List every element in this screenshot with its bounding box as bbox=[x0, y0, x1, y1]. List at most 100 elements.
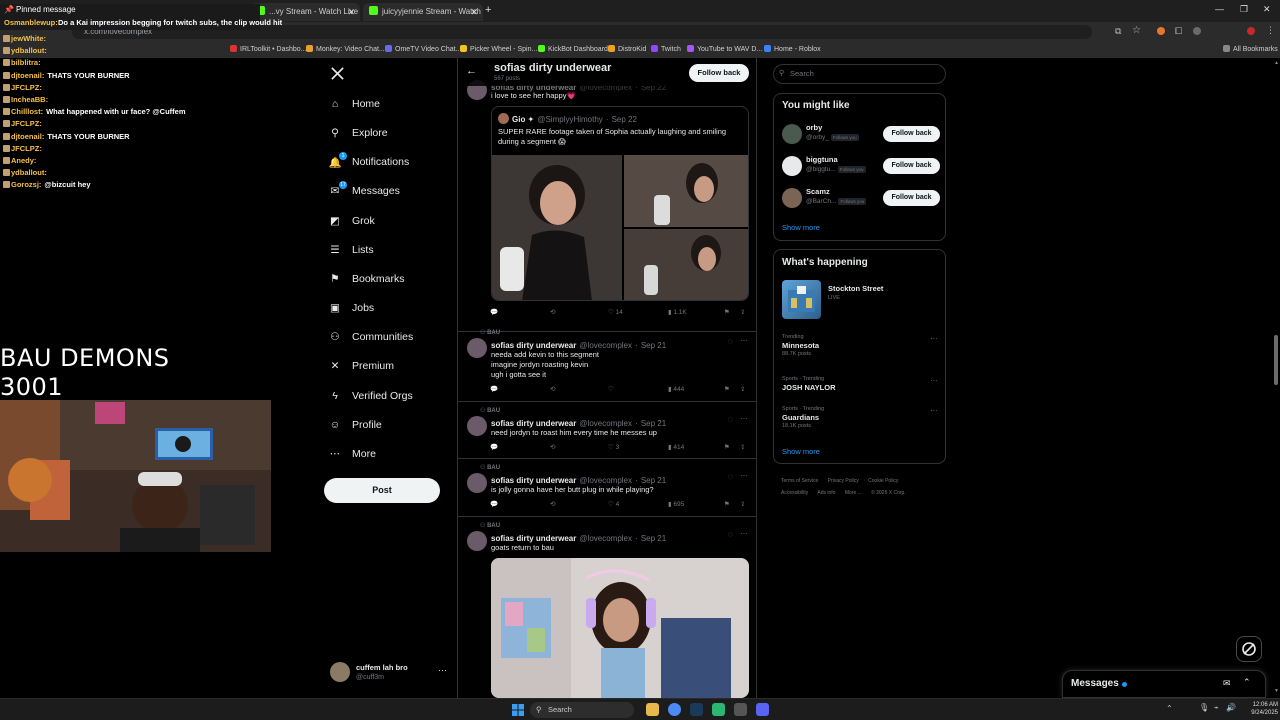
nav-item-more[interactable]: ⋯ More bbox=[328, 444, 376, 464]
all-bookmarks[interactable]: All Bookmarks bbox=[1223, 45, 1278, 53]
star-icon[interactable]: ☆ bbox=[1132, 25, 1141, 36]
views-button[interactable]: ▮ 695 bbox=[668, 500, 684, 508]
system-clock[interactable]: 12:06 AM 9/24/2025 bbox=[1238, 701, 1278, 717]
install-icon[interactable]: ⧉ bbox=[1115, 26, 1121, 37]
media-grid[interactable] bbox=[492, 155, 748, 300]
nav-item-notifications[interactable]: 🔔 1 Notifications bbox=[328, 152, 409, 172]
reply-icon[interactable]: 💬 bbox=[490, 385, 498, 393]
close-window-icon[interactable]: ✕ bbox=[1263, 4, 1271, 15]
account-switcher[interactable]: cuffem lah bro @cuff3m ··· bbox=[330, 660, 452, 686]
live-event-thumbnail[interactable] bbox=[782, 280, 821, 319]
footer-link[interactable]: Accessibility bbox=[781, 490, 808, 496]
repost-icon[interactable]: ⟲ bbox=[550, 443, 555, 451]
share-icon[interactable]: ⇪ bbox=[740, 443, 745, 451]
footer-link[interactable]: Cookie Policy bbox=[868, 478, 898, 484]
messages-drawer[interactable]: Messages ✉ ⌃ bbox=[1062, 670, 1266, 698]
live-event-title[interactable]: Stockton Street bbox=[828, 284, 883, 293]
trend-item[interactable]: Sports · Trending Guardians 18.1K posts … bbox=[782, 406, 942, 429]
new-message-icon[interactable]: ✉ bbox=[1223, 678, 1231, 689]
obs-icon[interactable] bbox=[712, 703, 725, 716]
footer-link[interactable]: Privacy Policy bbox=[828, 478, 859, 484]
post-button[interactable]: Post bbox=[324, 478, 440, 503]
nav-item-jobs[interactable]: ▣ Jobs bbox=[328, 298, 374, 318]
share-icon[interactable]: ⇪ bbox=[740, 308, 745, 316]
search-input[interactable]: ⚲ Search bbox=[773, 64, 946, 84]
reply-icon[interactable]: 💬 bbox=[490, 500, 498, 508]
views-button[interactable]: ▮ 1.1K bbox=[668, 308, 687, 316]
nav-item-home[interactable]: ⌂ Home bbox=[328, 94, 380, 114]
more-dots-icon[interactable]: ··· bbox=[740, 471, 748, 480]
network-icon[interactable]: ⌁ bbox=[1214, 703, 1219, 712]
tweet[interactable]: ⚇ BAU sofias dirty underwear @lovecomple… bbox=[458, 517, 756, 698]
more-dots-icon[interactable]: ··· bbox=[740, 529, 748, 538]
like-button[interactable]: ♡ 3 bbox=[608, 443, 619, 451]
minimize-icon[interactable]: — bbox=[1215, 4, 1224, 14]
share-icon[interactable]: ⇪ bbox=[740, 385, 745, 393]
more-dots-icon[interactable]: ··· bbox=[930, 376, 938, 385]
bookmark-item[interactable]: DistroKid bbox=[608, 45, 646, 53]
bookmark-item[interactable]: Picker Wheel - Spin... bbox=[460, 45, 537, 53]
show-more-link[interactable]: Show more bbox=[782, 223, 820, 232]
follow-back-button[interactable]: Follow back bbox=[883, 190, 940, 206]
tweet[interactable]: sofias dirty underwear @lovecomplex · Se… bbox=[458, 76, 756, 332]
footer-link[interactable]: Terms of Service bbox=[781, 478, 818, 484]
like-button[interactable]: ♡ 14 bbox=[608, 308, 623, 316]
follow-suggestion[interactable]: Scamz @BarCh... Follows you Follow back bbox=[774, 184, 945, 212]
bookmark-icon[interactable]: ⚑ bbox=[724, 443, 730, 451]
views-button[interactable]: ▮ 414 bbox=[668, 443, 684, 451]
bookmark-item[interactable]: Home - Roblox bbox=[764, 45, 821, 53]
nav-item-premium[interactable]: ✕ Premium bbox=[328, 356, 394, 376]
nav-item-verified-orgs[interactable]: ϟ Verified Orgs bbox=[328, 386, 412, 406]
chevron-up-icon[interactable]: ⌃ bbox=[1166, 704, 1173, 713]
expand-icon[interactable]: ⌃ bbox=[1243, 677, 1251, 688]
microphone-icon[interactable]: 🎙 bbox=[1199, 703, 1209, 712]
nav-item-explore[interactable]: ⚲ Explore bbox=[328, 123, 387, 143]
extension-icon[interactable] bbox=[1247, 27, 1255, 35]
nav-item-grok[interactable]: ◩ Grok bbox=[328, 211, 375, 231]
bookmark-item[interactable]: Twitch bbox=[651, 45, 681, 53]
start-icon[interactable] bbox=[512, 704, 524, 716]
more-dots-icon[interactable]: ··· bbox=[740, 414, 748, 423]
browser-tab[interactable]: juicyyjennie Stream - Watch Li ✕ bbox=[363, 3, 483, 21]
app-icon[interactable] bbox=[734, 703, 747, 716]
quoted-tweet[interactable]: Gio ✦ @SimplyyHimothy · Sep 22 SUPER RAR… bbox=[491, 106, 749, 301]
tweet[interactable]: ⚇ BAU sofias dirty underwear @lovecomple… bbox=[458, 459, 756, 517]
bookmark-icon[interactable]: ⚑ bbox=[724, 500, 730, 508]
repost-icon[interactable]: ⟲ bbox=[550, 308, 555, 316]
chrome-icon[interactable] bbox=[668, 703, 681, 716]
views-button[interactable]: ▮ 444 bbox=[668, 385, 684, 393]
repost-icon[interactable]: ⟲ bbox=[550, 500, 555, 508]
like-button[interactable]: ♡ 4 bbox=[608, 500, 619, 508]
scrollbar[interactable]: ▲ ▼ bbox=[1273, 60, 1279, 698]
heart-icon[interactable]: ♡ bbox=[608, 385, 614, 393]
share-icon[interactable]: ⇪ bbox=[740, 500, 745, 508]
repost-icon[interactable]: ⟲ bbox=[550, 385, 555, 393]
nav-item-lists[interactable]: ☰ Lists bbox=[328, 240, 373, 260]
new-tab-icon[interactable]: + bbox=[485, 4, 491, 16]
show-more-link[interactable]: Show more bbox=[782, 447, 820, 456]
grok-icon[interactable]: ◌ bbox=[728, 415, 733, 424]
back-arrow-icon[interactable]: ← bbox=[466, 65, 477, 77]
follow-back-button[interactable]: Follow back bbox=[883, 126, 940, 142]
bookmark-item[interactable]: OmeTV Video Chat... bbox=[385, 45, 461, 53]
bookmark-icon[interactable]: ⚑ bbox=[724, 385, 730, 393]
file-explorer-icon[interactable] bbox=[646, 703, 659, 716]
nav-item-bookmarks[interactable]: ⚑ Bookmarks bbox=[328, 269, 404, 289]
nav-item-communities[interactable]: ⚇ Communities bbox=[328, 327, 413, 347]
x-logo-icon[interactable] bbox=[330, 66, 346, 82]
nav-item-profile[interactable]: ☺ Profile bbox=[328, 415, 382, 435]
bookmark-icon[interactable]: ⚑ bbox=[724, 308, 730, 316]
grok-icon[interactable]: ◌ bbox=[728, 472, 733, 481]
footer-link[interactable]: Ads info bbox=[817, 490, 835, 496]
discord-icon[interactable] bbox=[756, 703, 769, 716]
reply-icon[interactable]: 💬 bbox=[490, 308, 498, 316]
scrollbar-thumb[interactable] bbox=[1274, 335, 1278, 385]
maximize-icon[interactable]: ❐ bbox=[1240, 4, 1248, 15]
more-dots-icon[interactable]: ··· bbox=[438, 665, 447, 675]
taskbar-search[interactable]: ⚲ Search bbox=[530, 702, 634, 718]
more-dots-icon[interactable]: ··· bbox=[930, 334, 938, 343]
follow-suggestion[interactable]: biggtuna @biggtu... Follows you Follow ba… bbox=[774, 152, 945, 180]
tweet[interactable]: ⚇ BAU sofias dirty underwear @lovecomple… bbox=[458, 402, 756, 459]
bookmark-item[interactable]: KickBot Dashboard bbox=[538, 45, 608, 53]
extensions-puzzle-icon[interactable]: ⧠ bbox=[1175, 26, 1182, 37]
